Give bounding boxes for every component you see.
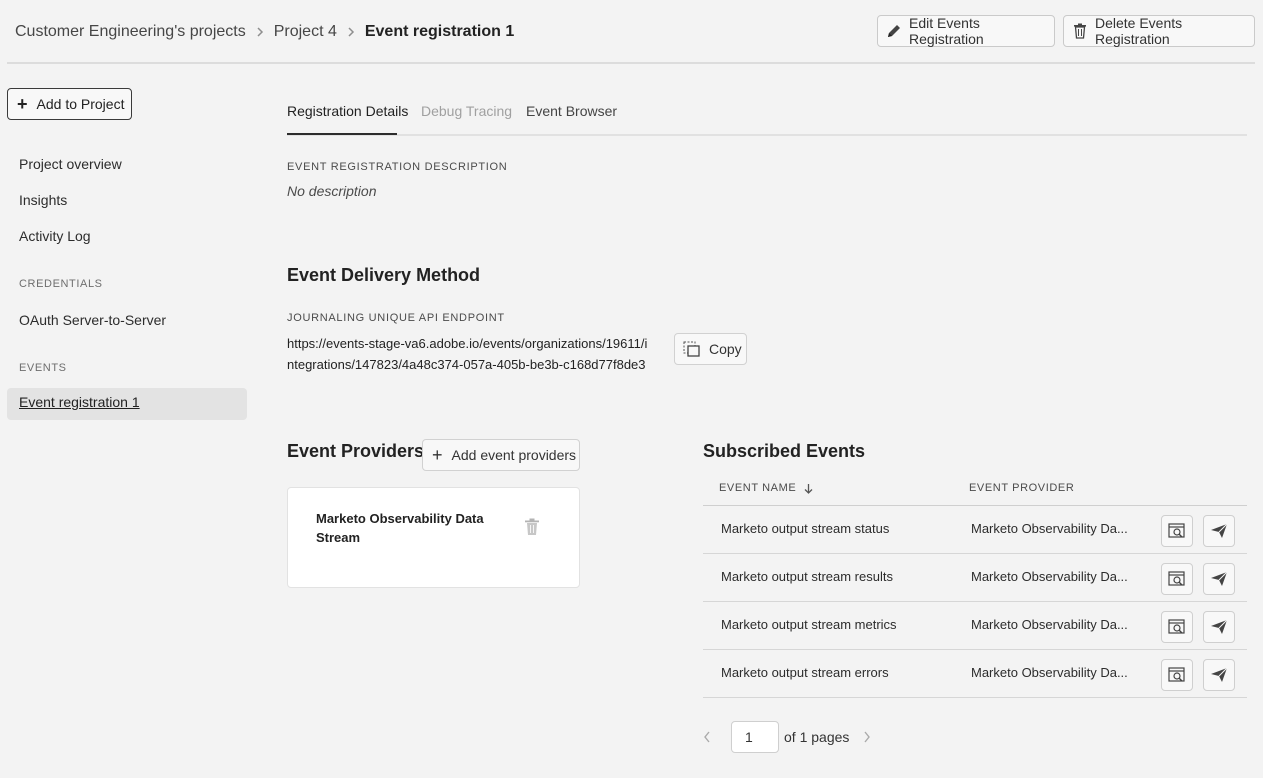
send-test-event-button[interactable] (1203, 611, 1235, 643)
trash-icon[interactable] (524, 518, 540, 539)
provider-name: Marketo Observability Data Stream (316, 511, 484, 545)
copy-label: Copy (709, 341, 742, 357)
chevron-right-icon (347, 27, 355, 37)
table-row: Marketo output stream metrics Marketo Obs… (703, 602, 1247, 650)
trash-icon (1072, 22, 1088, 40)
breadcrumb-item-org[interactable]: Customer Engineering's projects (15, 23, 246, 41)
event-name-cell: Marketo output stream metrics (721, 617, 897, 632)
view-event-button[interactable] (1161, 563, 1193, 595)
add-event-providers-label: Add event providers (451, 447, 577, 463)
event-name-cell: Marketo output stream status (721, 521, 890, 536)
description-label: EVENT REGISTRATION DESCRIPTION (287, 161, 508, 173)
column-header-label: EVENT NAME (719, 482, 797, 494)
provider-card: Marketo Observability Data Stream (287, 487, 580, 588)
event-provider-cell: Marketo Observability Da... (971, 617, 1128, 632)
chevron-left-icon[interactable] (703, 731, 711, 743)
sidebar-item-activity-log[interactable]: Activity Log (19, 226, 91, 246)
chevron-right-icon[interactable] (863, 731, 871, 743)
tab-registration-details[interactable]: Registration Details (287, 103, 408, 119)
sidebar-item-insights[interactable]: Insights (19, 190, 67, 210)
plus-icon: + (432, 445, 443, 465)
event-providers-title: Event Providers (287, 441, 425, 461)
sort-descending-icon (804, 483, 813, 494)
table-row: Marketo output stream results Marketo Obs… (703, 554, 1247, 602)
event-provider-cell: Marketo Observability Da... (971, 521, 1128, 536)
view-details-icon (1168, 619, 1186, 635)
edit-events-registration-button[interactable]: Edit Events Registration (877, 15, 1055, 47)
delivery-method-title: Event Delivery Method (287, 265, 481, 285)
table-row: Marketo output stream errors Marketo Obse… (703, 650, 1247, 698)
event-provider-cell: Marketo Observability Da... (971, 665, 1128, 680)
tab-bar: Registration Details Debug Tracing Event… (287, 100, 1247, 136)
event-provider-cell: Marketo Observability Da... (971, 569, 1128, 584)
delete-events-registration-label: Delete Events Registration (1094, 15, 1183, 47)
send-icon (1210, 571, 1228, 587)
sidebar-item-oauth[interactable]: OAuth Server-to-Server (19, 310, 166, 330)
subscribed-events-table: EVENT NAME EVENT PROVIDER Marketo output… (703, 478, 1247, 698)
table-header: EVENT NAME EVENT PROVIDER (703, 478, 1247, 506)
send-test-event-button[interactable] (1203, 563, 1235, 595)
send-icon (1210, 619, 1228, 635)
breadcrumb-current: Event registration 1 (364, 23, 515, 40)
table-row: Marketo output stream status Marketo Obse… (703, 506, 1247, 554)
page-count-text: of 1 pages (784, 729, 850, 745)
event-name-cell: Marketo output stream results (721, 569, 893, 584)
endpoint-label: JOURNALING UNIQUE API ENDPOINT (287, 312, 505, 324)
pencil-icon (886, 22, 902, 40)
view-details-icon (1168, 667, 1186, 683)
tab-debug-tracing[interactable]: Debug Tracing (421, 103, 512, 119)
send-test-event-button[interactable] (1203, 515, 1235, 547)
send-icon (1210, 523, 1228, 539)
breadcrumb: Customer Engineering's projects Project … (15, 20, 514, 44)
column-header-event-provider: EVENT PROVIDER (969, 482, 1075, 494)
subscribed-events-title: Subscribed Events (703, 441, 866, 461)
view-event-button[interactable] (1161, 611, 1193, 643)
tab-event-browser[interactable]: Event Browser (526, 103, 617, 119)
add-event-providers-button[interactable]: + Add event providers (422, 439, 580, 471)
add-to-project-button[interactable]: + Add to Project (7, 88, 132, 120)
sidebar-heading-credentials: CREDENTIALS (19, 278, 103, 290)
delete-events-registration-button[interactable]: Delete Events Registration (1063, 15, 1255, 47)
sidebar-item-event-registration[interactable]: Event registration 1 (7, 388, 247, 420)
active-tab-indicator (287, 133, 397, 135)
copy-icon (683, 341, 701, 357)
chevron-right-icon (256, 27, 264, 37)
plus-icon: + (17, 94, 28, 114)
send-test-event-button[interactable] (1203, 659, 1235, 691)
view-details-icon (1168, 571, 1186, 587)
header-divider (7, 62, 1255, 64)
send-icon (1210, 667, 1228, 683)
pagination: 1 of 1 pages (703, 721, 871, 753)
breadcrumb-item-project[interactable]: Project 4 (274, 23, 337, 41)
sidebar-item-project-overview[interactable]: Project overview (19, 154, 122, 174)
column-header-event-name[interactable]: EVENT NAME (719, 482, 813, 494)
sidebar-item-label: Event registration 1 (19, 394, 140, 410)
page-number-input[interactable]: 1 (731, 721, 779, 753)
add-to-project-label: Add to Project (36, 96, 125, 112)
description-value: No description (287, 183, 377, 199)
view-event-button[interactable] (1161, 515, 1193, 547)
edit-events-registration-label: Edit Events Registration (909, 15, 984, 47)
sidebar-heading-events: EVENTS (19, 362, 67, 374)
endpoint-value: https://events-stage-va6.adobe.io/events… (287, 336, 648, 372)
copy-button[interactable]: Copy (674, 333, 747, 365)
view-details-icon (1168, 523, 1186, 539)
view-event-button[interactable] (1161, 659, 1193, 691)
event-name-cell: Marketo output stream errors (721, 665, 889, 680)
